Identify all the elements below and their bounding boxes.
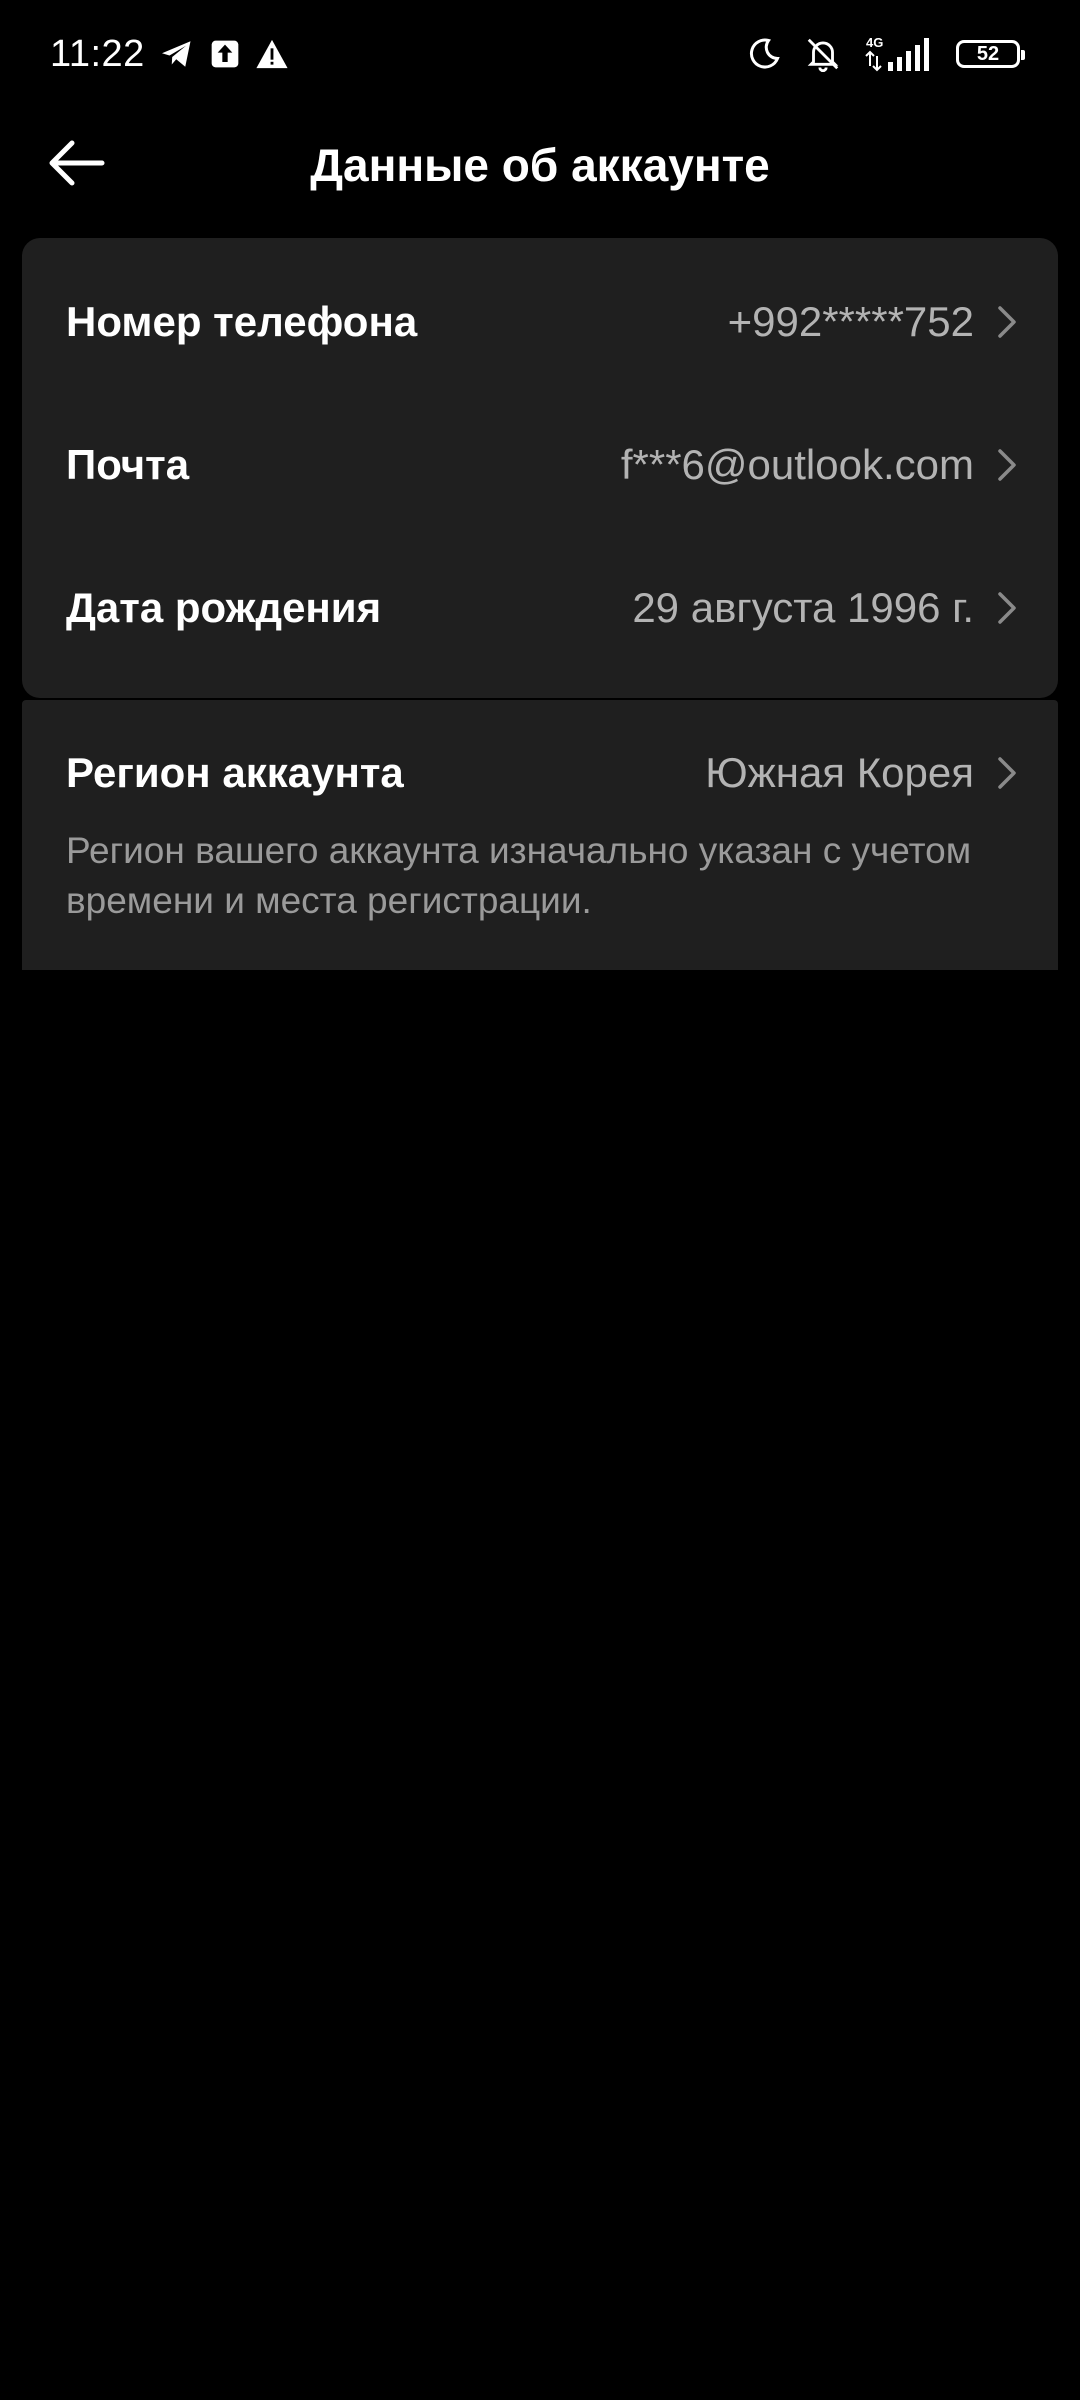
chevron-right-icon	[996, 590, 1018, 626]
network-type: 4G	[866, 35, 883, 50]
chevron-right-icon	[996, 304, 1018, 340]
status-bar: 11:22 4G 52	[0, 0, 1080, 110]
chevron-right-icon	[996, 447, 1018, 483]
phone-number-value: +992*****752	[727, 297, 974, 345]
email-row[interactable]: Почта f***6@outlook.com	[22, 393, 1058, 536]
status-right: 4G 52	[746, 30, 1025, 78]
birth-date-row[interactable]: Дата рождения 29 августа 1996 г.	[22, 536, 1058, 679]
status-time: 11:22	[50, 32, 145, 75]
warning-icon	[255, 38, 289, 70]
account-region-value: Южная Корея	[705, 749, 974, 796]
battery-icon: 52	[956, 40, 1025, 68]
account-region-label: Регион аккаунта	[66, 749, 404, 796]
battery-level: 52	[976, 42, 1000, 65]
region-note: Регион вашего аккаунта изначально указан…	[66, 830, 972, 921]
status-left: 11:22	[50, 30, 289, 78]
email-label: Почта	[66, 440, 190, 488]
region-card: Регион аккаунта Южная Корея Регион вашег…	[22, 700, 1058, 970]
upload-icon	[209, 38, 241, 70]
moon-icon	[746, 36, 782, 72]
header: Данные об аккаунте	[0, 110, 1080, 220]
account-info-card: Номер телефона +992*****752 Почта f***6@…	[22, 238, 1058, 698]
telegram-icon	[159, 36, 195, 72]
page-title: Данные об аккаунте	[310, 139, 770, 191]
phone-number-label: Номер телефона	[66, 297, 418, 345]
email-value: f***6@outlook.com	[620, 440, 974, 488]
signal-icon: 4G	[864, 34, 934, 74]
birth-date-value: 29 августа 1996 г.	[632, 583, 974, 631]
chevron-right-icon	[996, 755, 1018, 791]
account-region-row[interactable]: Регион аккаунта Южная Корея	[22, 700, 1058, 846]
birth-date-label: Дата рождения	[66, 583, 382, 631]
phone-number-row[interactable]: Номер телефона +992*****752	[22, 250, 1058, 393]
bell-off-icon	[804, 35, 842, 73]
